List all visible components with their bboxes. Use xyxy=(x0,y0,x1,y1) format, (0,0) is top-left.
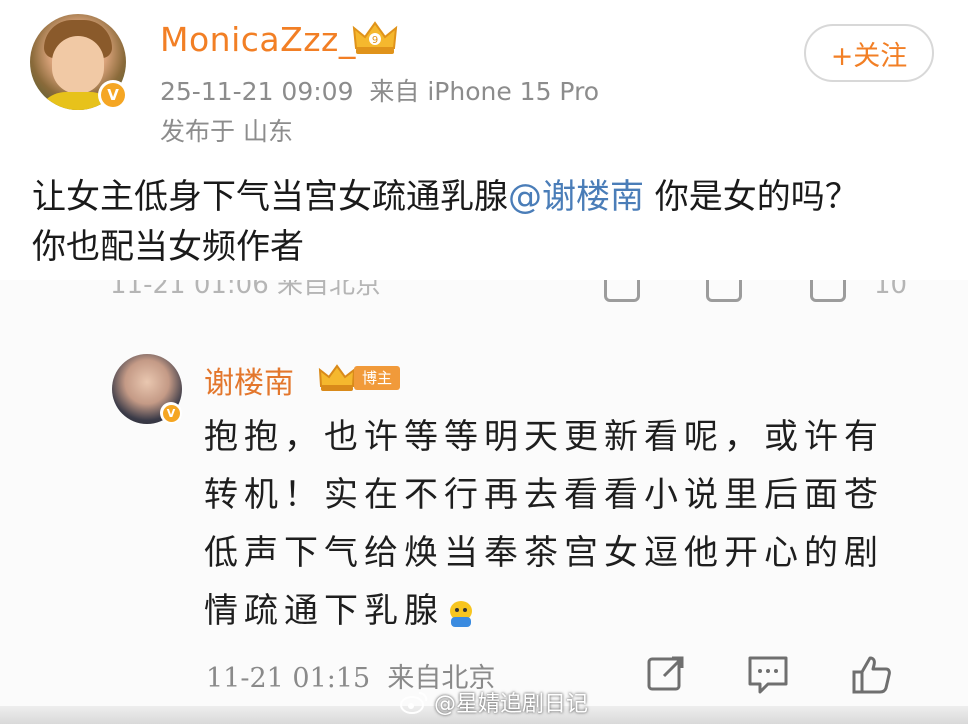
share-icon[interactable] xyxy=(644,652,688,696)
weibo-logo-icon xyxy=(400,692,428,714)
verified-badge-icon: V xyxy=(98,80,128,110)
cut-off-meta: 11-21 01:06 来自北京 xyxy=(110,280,382,300)
post-text-line2: 你也配当女频作者 xyxy=(32,227,304,267)
author-tag-badge: 博主 xyxy=(354,366,401,390)
post-meta: 25-11-21 09:09 来自 iPhone 15 Pro xyxy=(160,72,599,108)
reply-text-content: 抱抱，也许等等明天更新看呢，或许有转机！实在不行再去看看小说里后面苍低声下气给焕… xyxy=(204,417,884,631)
reply-time: 11-21 01:15 xyxy=(206,663,371,694)
comment-icon[interactable] xyxy=(746,652,790,696)
comment-icon xyxy=(706,280,742,302)
like-icon xyxy=(810,280,846,302)
watermark: @星婧追剧日记 xyxy=(400,686,588,718)
reply-text: 抱抱，也许等等明天更新看呢，或许有转机！实在不行再去看看小说里后面苍低声下气给焕… xyxy=(204,408,904,640)
svg-text:9: 9 xyxy=(372,35,378,46)
embedded-screenshot: 11-21 01:06 来自北京 10 V 谢楼南 博主 抱抱，也许等等明天更新… xyxy=(0,280,968,724)
username[interactable]: MonicaZzz_ xyxy=(160,20,356,59)
post-text-part1: 让女主低身下气当宫女疏通乳腺 xyxy=(32,177,508,217)
crown-icon xyxy=(318,364,356,391)
share-icon xyxy=(604,280,640,302)
crown-icon: 9 xyxy=(352,21,398,54)
follow-button[interactable]: +关注 xyxy=(804,24,934,82)
emoji-icon xyxy=(450,601,472,627)
post-text-part2: 你是女的吗？ xyxy=(644,177,859,217)
watermark-text: @星婧追剧日记 xyxy=(434,692,589,717)
post-source: 来自 iPhone 15 Pro xyxy=(369,77,600,106)
like-icon[interactable] xyxy=(850,652,894,696)
post-text: 让女主低身下气当宫女疏通乳腺@谢楼南 你是女的吗？ 你也配当女频作者 xyxy=(32,172,942,272)
cut-off-count: 10 xyxy=(874,280,908,300)
reply-author[interactable]: 谢楼南 xyxy=(204,358,294,402)
user-avatar[interactable]: V xyxy=(30,14,128,110)
verified-badge-icon: V xyxy=(160,402,182,424)
post-timestamp: 25-11-21 09:09 xyxy=(160,77,354,106)
post-location: 发布于 山东 xyxy=(160,117,293,146)
mention-link[interactable]: @谢楼南 xyxy=(508,177,644,217)
